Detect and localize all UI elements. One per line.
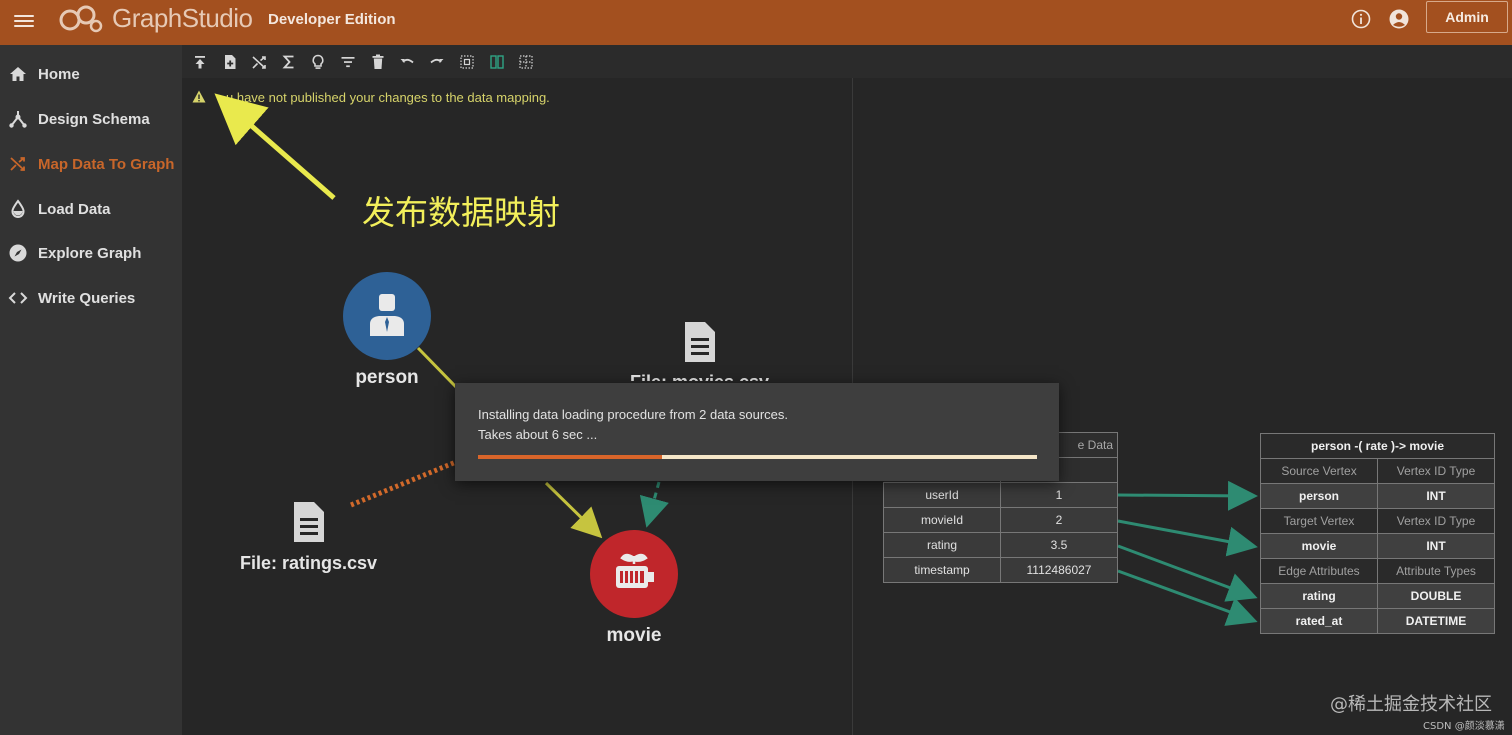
table-cell[interactable]: person <box>1260 483 1378 509</box>
table-cell: userId <box>883 482 1001 508</box>
annotation-arrow <box>214 93 336 200</box>
annotation-publish-text: 发布数据映射 <box>362 193 560 232</box>
table-cell: 1 <box>1000 482 1118 508</box>
watermark: @稀土掘金技术社区 <box>1330 694 1492 715</box>
table-cell: Source Vertex <box>1260 458 1378 484</box>
table-cell: movieId <box>883 507 1001 533</box>
edge-table-title: person -( rate )-> movie <box>1260 433 1495 459</box>
person-label: person <box>355 367 419 388</box>
table-cell: rating <box>883 532 1001 558</box>
ratings-file-icon[interactable] <box>292 500 326 544</box>
progress-fill <box>478 455 663 459</box>
table-cell: Edge Attributes <box>1260 558 1378 584</box>
table-cell: Vertex ID Type <box>1377 508 1495 534</box>
movie-label: movie <box>606 625 662 646</box>
table-cell: INT <box>1377 483 1495 509</box>
edge-mapping-table: person -( rate )-> movie Source Vertex Ve… <box>1260 433 1495 634</box>
ratings-file-label: File: ratings.csv <box>240 553 378 573</box>
dialog-eta: Takes about 6 sec ... <box>478 427 598 442</box>
person-icon <box>370 294 404 336</box>
table-cell: Attribute Types <box>1377 558 1495 584</box>
edge-person-movie-head <box>544 481 603 539</box>
progress-bar <box>478 455 1037 459</box>
table-cell[interactable]: rated_at <box>1260 608 1378 634</box>
dialog-message: Installing data loading procedure from 2… <box>478 407 789 422</box>
mapping-ratings-file <box>350 459 457 508</box>
map-arrow-rating <box>1117 544 1258 602</box>
table-cell: INT <box>1377 533 1495 559</box>
movie-vertex[interactable] <box>590 530 678 618</box>
map-arrow-movieid <box>1117 519 1258 557</box>
table-cell: Vertex ID Type <box>1377 458 1495 484</box>
table-cell: DOUBLE <box>1377 583 1495 609</box>
table-cell: 3.5 <box>1000 532 1118 558</box>
table-cell: timestamp <box>883 557 1001 583</box>
person-vertex[interactable] <box>343 272 431 360</box>
table-cell: 2 <box>1000 507 1118 533</box>
table-cell: DATETIME <box>1377 608 1495 634</box>
table-cell[interactable]: rating <box>1260 583 1378 609</box>
csdn-watermark: CSDN @颜淡慕潇 <box>1423 721 1505 732</box>
movies-file-icon[interactable] <box>683 320 717 364</box>
mapping-movies-file <box>639 481 669 528</box>
table-cell: 1112486027 <box>1000 557 1118 583</box>
table-cell[interactable]: movie <box>1260 533 1378 559</box>
movie-icon <box>616 553 654 588</box>
map-arrow-timestamp <box>1117 569 1258 626</box>
table-cell: Target Vertex <box>1260 508 1378 534</box>
map-arrow-userid <box>1117 480 1258 511</box>
install-progress-dialog: Installing data loading procedure from 2… <box>455 383 1059 481</box>
